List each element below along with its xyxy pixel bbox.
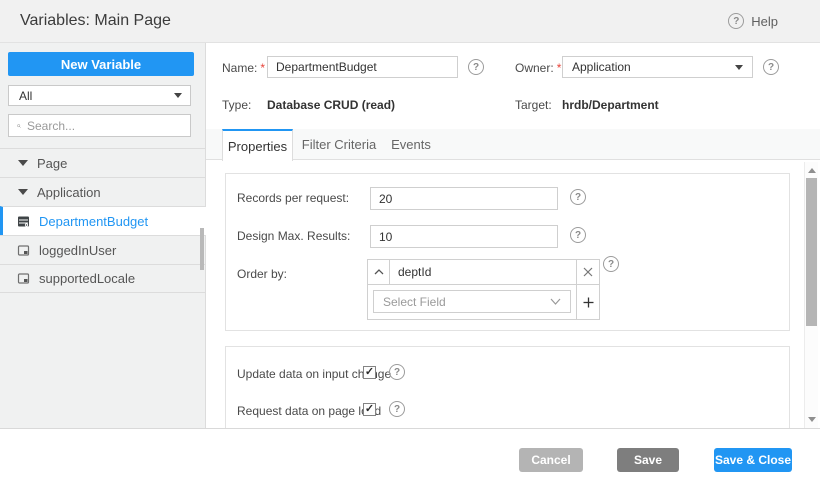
order-by-widget: deptId Select Field [367,259,600,320]
static-variable-icon [17,244,30,256]
collapse-triangle-icon [18,189,28,195]
save-and-close-button[interactable]: Save & Close [714,448,792,472]
variable-filter-value: All [19,88,33,103]
request-data-on-page-load-label: Request data on page load [237,404,382,418]
type-label: Type: [222,98,252,112]
tree-item-label: loggedInUser [39,242,117,258]
tree-group-label: Application [37,184,101,200]
order-by-field-value[interactable]: deptId [390,260,576,284]
dialog-header: Variables: Main Page Help [0,0,820,43]
variable-filter-select[interactable]: All [8,85,191,106]
owner-value: Application [572,60,631,74]
order-by-label: Order by: [237,267,288,281]
save-button[interactable]: Save [617,448,679,472]
sidebar-scrollbar-thumb[interactable] [200,228,204,270]
order-by-row: deptId [368,260,577,285]
search-input[interactable] [27,118,182,133]
behavior-settings-group: Update data on input change Request data… [225,346,790,428]
required-marker: * [260,61,266,75]
owner-select[interactable]: Application [562,56,753,78]
update-data-help-icon[interactable] [389,364,405,380]
crud-variable-icon [18,216,29,227]
scrollbar-thumb[interactable] [806,178,817,326]
chevron-down-icon [174,93,182,98]
required-marker: * [556,61,562,75]
collapse-triangle-icon [18,160,28,166]
order-by-add-row: Select Field [368,285,577,319]
help-link[interactable]: Help [728,0,778,42]
variables-tree: Page Application DepartmentBudget logged… [0,148,206,293]
update-data-on-input-change-checkbox[interactable] [363,366,376,379]
chevron-down-icon [550,298,561,305]
chevron-down-icon [735,64,743,70]
request-data-help-icon[interactable] [389,401,405,417]
scroll-down-arrow-icon[interactable] [808,417,816,422]
tree-item-departmentbudget[interactable]: DepartmentBudget [0,206,206,235]
close-icon [583,267,593,277]
chevron-up-icon [374,269,383,275]
records-per-request-label: Records per request: [237,191,350,205]
tree-group-page[interactable]: Page [0,148,206,177]
cancel-button[interactable]: Cancel [519,448,583,472]
panel-scrollbar[interactable] [804,162,818,428]
search-box [8,114,191,137]
variables-dialog: Variables: Main Page Help New Variable A… [0,0,820,488]
scroll-up-arrow-icon[interactable] [808,168,816,173]
target-value: hrdb/Department [562,98,659,112]
tree-group-label: Page [37,155,68,171]
select-field-placeholder: Select Field [383,294,446,309]
tree-item-loggedinuser[interactable]: loggedInUser [0,235,206,264]
page-title: Variables: Main Page [20,12,171,29]
plus-icon [583,297,593,307]
add-order-field-button[interactable] [577,285,599,319]
tree-group-application[interactable]: Application [0,177,206,206]
help-icon [728,13,745,29]
search-icon [17,123,21,128]
tab-properties[interactable]: Properties [222,129,293,161]
tree-item-supportedlocale[interactable]: supportedLocale [0,264,206,293]
design-max-results-input[interactable] [370,225,558,248]
name-label: Name: * [222,61,266,75]
records-per-request-help-icon[interactable] [570,189,586,205]
owner-help-icon[interactable] [763,59,779,75]
variables-sidebar: New Variable All Page Application [0,43,206,428]
design-max-results-label: Design Max. Results: [237,229,351,243]
remove-order-field-button[interactable] [577,260,599,285]
tab-filter-criteria[interactable]: Filter Criteria [293,129,385,160]
name-input[interactable] [267,56,458,78]
tab-events[interactable]: Events [385,129,437,160]
data-settings-group: Records per request: Design Max. Results… [225,173,790,331]
owner-label: Owner: * [515,61,562,75]
sort-direction-button[interactable] [368,260,390,284]
order-by-help-icon[interactable] [603,256,619,272]
new-variable-button[interactable]: New Variable [8,52,194,76]
static-variable-icon [17,273,30,284]
tree-item-label: DepartmentBudget [39,213,149,229]
tree-item-label: supportedLocale [39,271,136,286]
dialog-footer: Cancel Save Save & Close [0,428,820,488]
help-label: Help [751,13,778,29]
type-value: Database CRUD (read) [267,98,396,112]
target-label: Target: [515,98,552,112]
records-per-request-input[interactable] [370,187,558,210]
design-max-results-help-icon[interactable] [570,227,586,243]
request-data-on-page-load-checkbox[interactable] [363,403,376,416]
name-help-icon[interactable] [468,59,484,75]
select-field-dropdown[interactable]: Select Field [373,290,571,313]
